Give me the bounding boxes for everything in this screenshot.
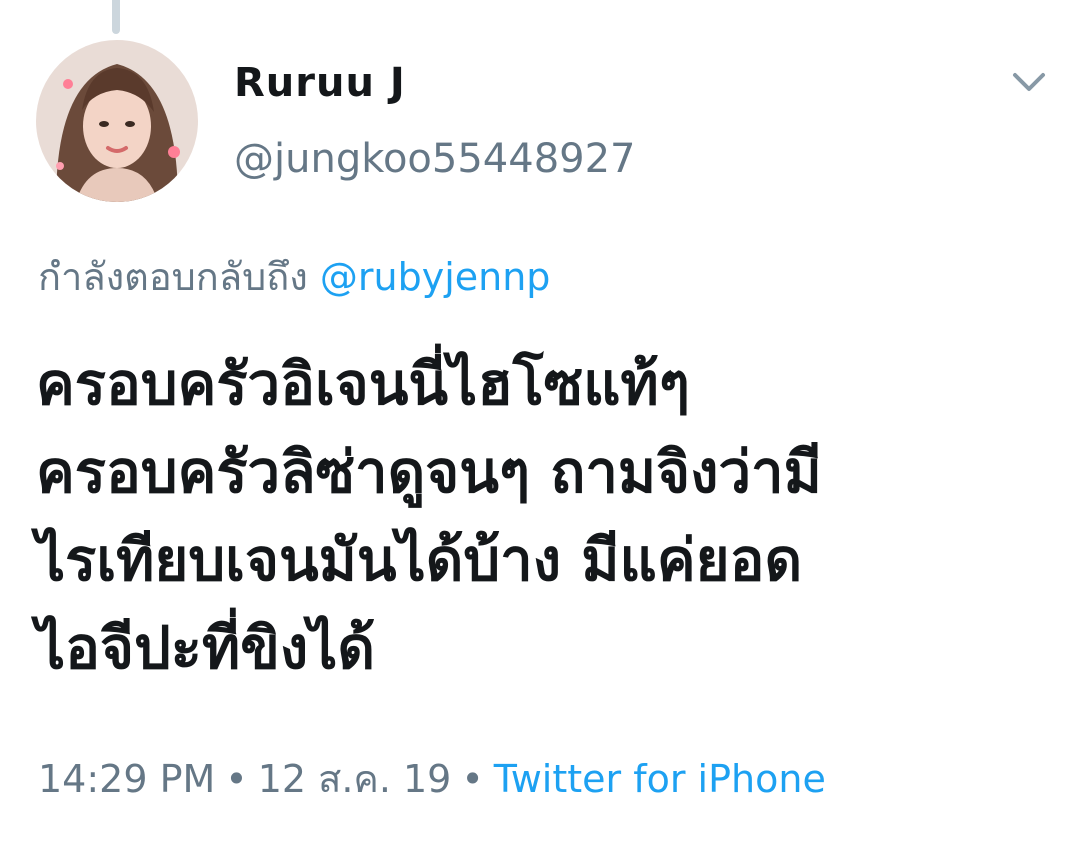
display-name[interactable]: Ruruu J [234, 60, 406, 106]
tweet-date[interactable]: 12 ส.ค. 19 [258, 757, 452, 801]
tweet-text-line: ครอบครัวอิเจนนี่ไฮโซแท้ๆ [36, 350, 690, 418]
user-handle[interactable]: @jungkoo55448927 [234, 136, 635, 182]
tweet-source-link[interactable]: Twitter for iPhone [494, 757, 826, 801]
tweet-text-line: ไอจีปะที่ขิงได้ [36, 614, 375, 682]
meta-separator: • [461, 757, 484, 801]
reply-mention-link[interactable]: @rubyjennp [320, 255, 551, 299]
tweet-time[interactable]: 14:29 PM [38, 757, 215, 801]
replying-to-label: กำลังตอบกลับถึง [38, 255, 308, 299]
tweet-text: ครอบครัวอิเจนนี่ไฮโซแท้ๆ ครอบครัวลิซ่าดู… [36, 340, 1056, 692]
tweet-text-line: ครอบครัวลิซ่าดูจนๆ ถามจิงว่ามี [36, 438, 822, 506]
meta-separator: • [225, 757, 248, 801]
thread-connector-line [112, 0, 120, 34]
chevron-down-icon[interactable] [1010, 68, 1048, 96]
replying-to: กำลังตอบกลับถึง @rubyjennp [38, 246, 550, 307]
avatar[interactable] [36, 40, 198, 202]
avatar-photo [36, 40, 198, 202]
tweet-text-line: ไรเทียบเจนมันได้บ้าง มีแค่ยอด [36, 526, 803, 594]
tweet-metadata: 14:29 PM • 12 ส.ค. 19 • Twitter for iPhone [38, 748, 826, 809]
